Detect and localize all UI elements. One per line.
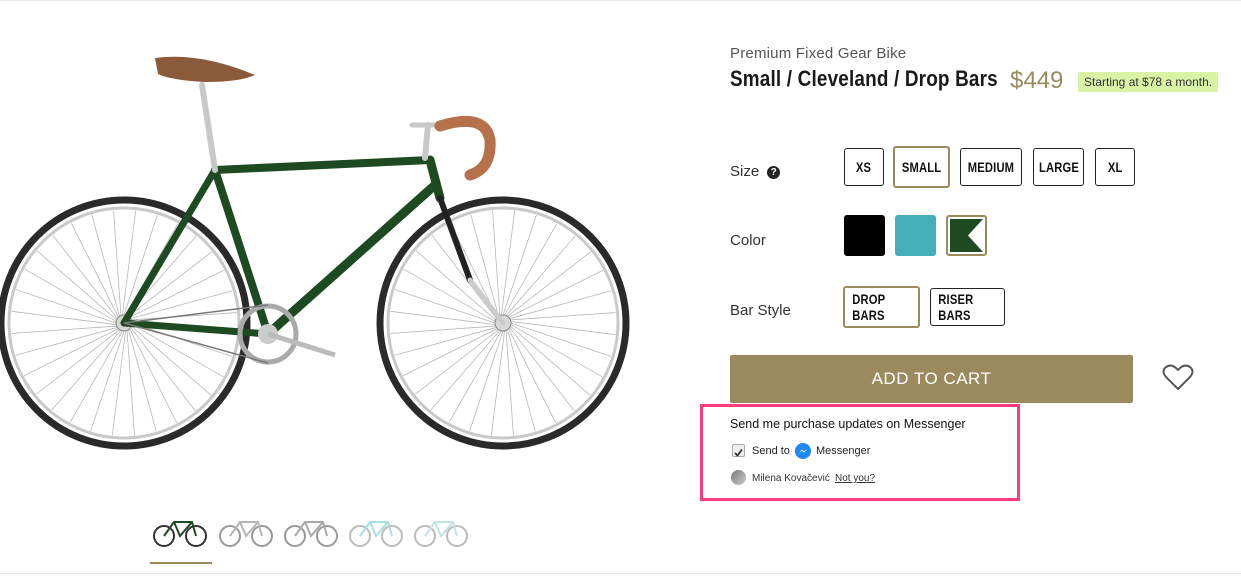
messenger-checkbox[interactable]	[732, 444, 745, 457]
heart-outline-icon[interactable]	[1162, 362, 1194, 392]
thumbnail-0[interactable]	[150, 510, 212, 564]
product-title: Small / Cleveland / Drop Bars	[730, 66, 998, 91]
green-white-swatch-icon	[950, 219, 983, 252]
bar-option-riser-bars[interactable]: RISER BARS	[930, 288, 1005, 326]
messenger-user-name: Milena Kovačević	[752, 473, 830, 484]
size-option-xl[interactable]: XL	[1095, 148, 1135, 186]
not-you-link[interactable]: Not you?	[835, 473, 875, 484]
messenger-label: Messenger	[816, 445, 871, 457]
thumbnail-1[interactable]	[216, 510, 278, 558]
bottom-divider	[0, 573, 1241, 574]
thumbnail-3[interactable]	[346, 510, 408, 558]
bar-option-drop-bars[interactable]: DROP BARS	[843, 286, 920, 328]
saddle	[155, 56, 255, 82]
product-price: $449	[1010, 67, 1064, 94]
bicycle-illustration	[0, 56, 630, 450]
size-option-xs[interactable]: XS	[844, 148, 884, 186]
product-image	[0, 30, 640, 470]
color-swatch-green-white[interactable]	[946, 215, 987, 256]
send-to-label: Send to	[752, 445, 790, 457]
color-swatch-teal[interactable]	[895, 215, 936, 256]
question-circle-icon[interactable]: ?	[767, 166, 781, 179]
checkmark-icon	[734, 448, 743, 457]
size-option-large[interactable]: LARGE	[1033, 148, 1084, 186]
color-label: Color	[730, 232, 766, 249]
thumbnail-2[interactable]	[281, 510, 343, 558]
add-to-cart-button[interactable]: ADD TO CART	[730, 355, 1133, 403]
bar-style-label: Bar Style	[730, 302, 791, 319]
messenger-icon	[795, 443, 811, 459]
size-option-small[interactable]: SMALL	[893, 146, 950, 188]
color-swatch-black[interactable]	[844, 215, 885, 256]
size-option-medium[interactable]: MEDIUM	[960, 148, 1022, 186]
messenger-optin-title: Send me purchase updates on Messenger	[730, 417, 966, 431]
top-divider	[0, 0, 1241, 1]
size-label: Size	[730, 163, 760, 180]
handlebar	[434, 115, 496, 181]
financing-badge: Starting at $78 a month.	[1078, 72, 1219, 92]
product-subtitle: Premium Fixed Gear Bike	[730, 45, 907, 62]
avatar	[731, 470, 746, 485]
thumbnail-4[interactable]	[411, 510, 473, 558]
size-label-row: Size?	[730, 163, 781, 180]
